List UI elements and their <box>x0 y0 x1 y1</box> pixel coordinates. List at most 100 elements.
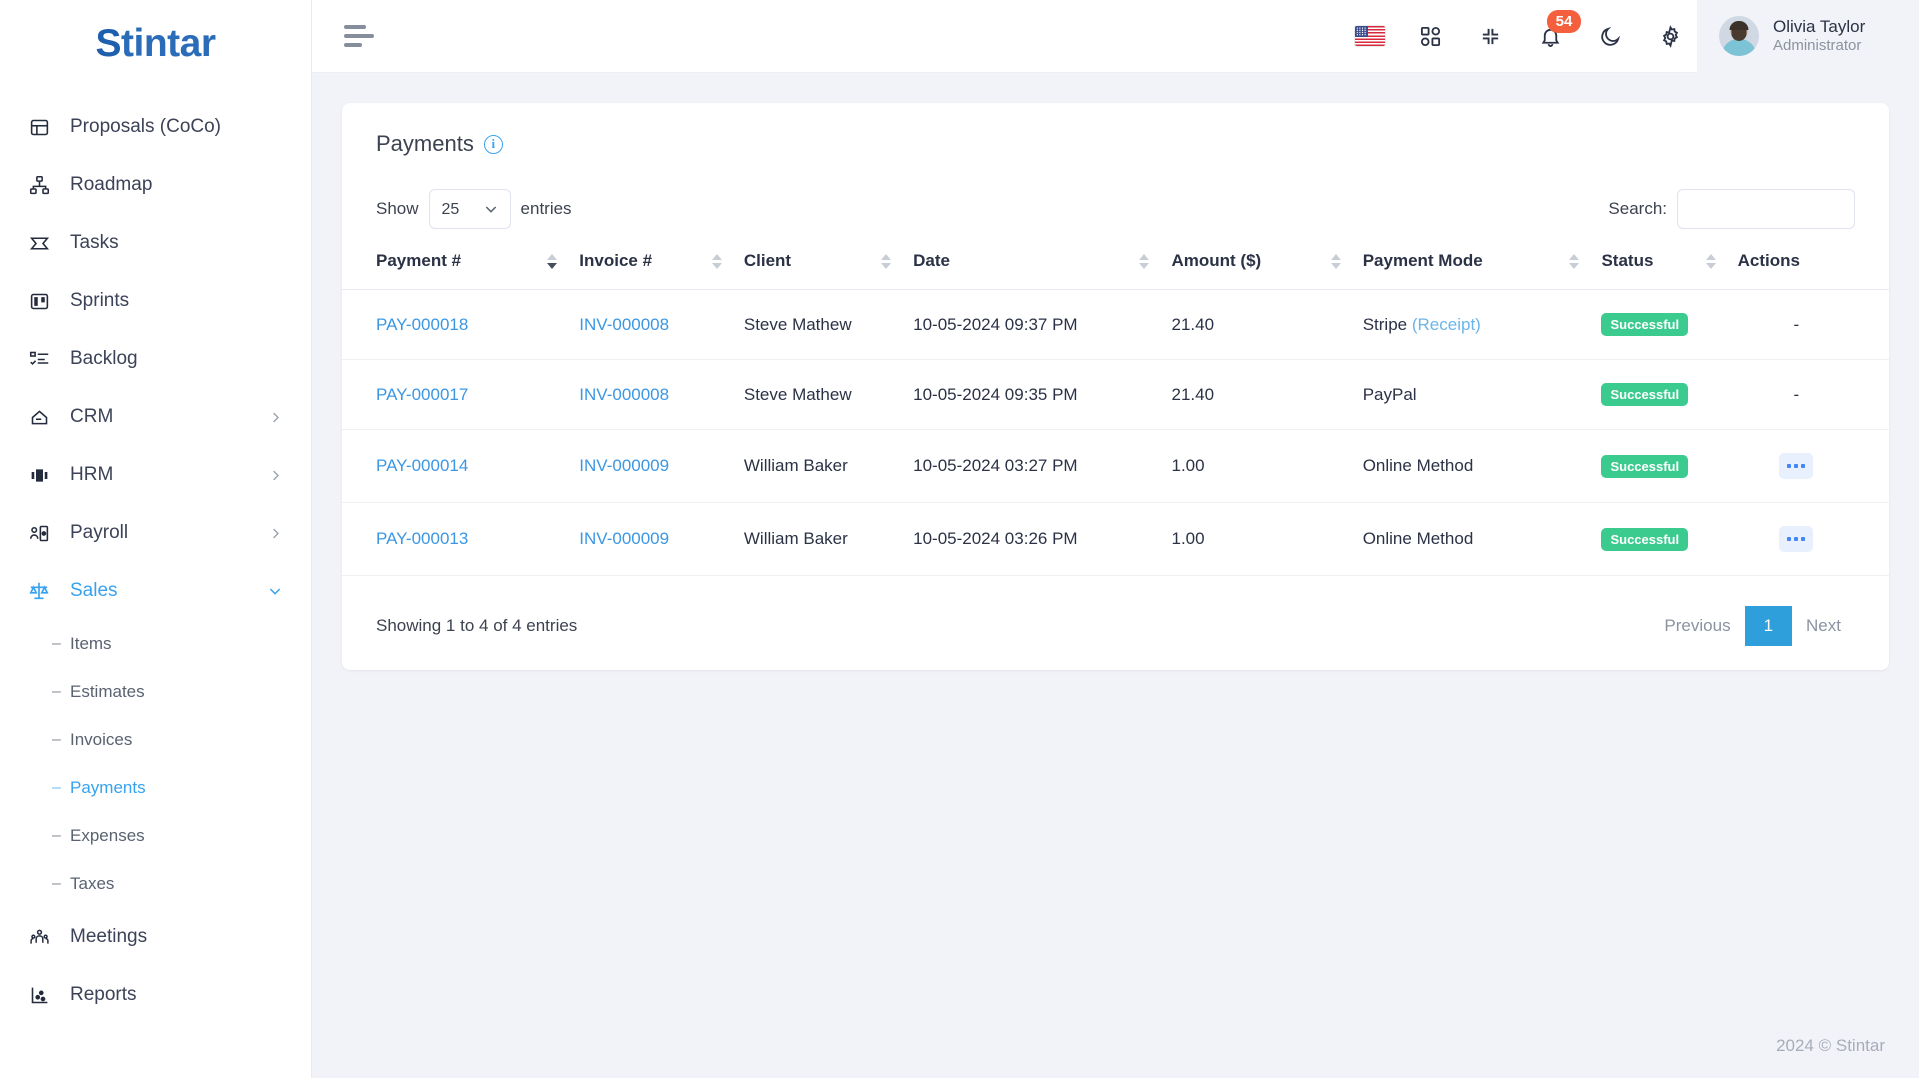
sidebar-item-label: Tasks <box>70 232 119 253</box>
status-badge: Successful <box>1601 383 1689 406</box>
dash-icon: – <box>52 875 61 892</box>
compress-icon[interactable] <box>1473 19 1507 53</box>
copyright-text: 2024 © Stintar <box>1776 1036 1885 1055</box>
column-header-payment-no[interactable]: Payment # <box>342 251 580 290</box>
page-footer: 2024 © Stintar <box>312 1014 1919 1078</box>
sidebar-item-label: HRM <box>70 464 114 485</box>
invoice-link[interactable]: INV-000009 <box>579 529 669 548</box>
cell-payment-no: PAY-000017 <box>342 359 580 430</box>
show-entries-control: Show 10 25 50 100 ent <box>376 189 572 229</box>
column-header-status[interactable]: Status <box>1601 251 1738 290</box>
pagination-page-1[interactable]: 1 <box>1744 606 1793 646</box>
sidebar-item-tasks[interactable]: Tasks <box>0 214 311 272</box>
column-header-client[interactable]: Client <box>743 251 914 290</box>
dot <box>1801 464 1806 468</box>
avatar-body <box>1722 39 1756 56</box>
column-header-invoice-no[interactable]: Invoice # <box>579 251 744 290</box>
dot <box>1801 537 1806 541</box>
sidebar-subitem-items[interactable]: – Items <box>0 620 311 668</box>
table-controls: Show 10 25 50 100 ent <box>342 157 1889 229</box>
moon-icon[interactable] <box>1593 19 1627 53</box>
column-label: Date <box>913 251 950 270</box>
cell-payment-mode: Online Method <box>1362 502 1602 576</box>
dot <box>1787 464 1792 468</box>
cell-date: 10-05-2024 03:27 PM <box>913 429 1172 503</box>
sidebar-subitem-expenses[interactable]: – Expenses <box>0 812 311 860</box>
gear-icon[interactable] <box>1653 19 1687 53</box>
payment-link[interactable]: PAY-000017 <box>376 385 468 404</box>
brand-logo-rest: tintar <box>121 22 216 65</box>
pagination-previous[interactable]: Previous <box>1650 607 1744 645</box>
payment-link[interactable]: PAY-000014 <box>376 456 468 475</box>
table-header-row: Payment # Invoice # Client Date Amount (… <box>342 251 1889 290</box>
invoice-link[interactable]: INV-000008 <box>579 315 669 334</box>
sidebar-subitem-taxes[interactable]: – Taxes <box>0 860 311 908</box>
sidebar-item-sprints[interactable]: Sprints <box>0 272 311 330</box>
sidebar-subitem-label: Expenses <box>70 826 145 845</box>
sort-toggle-invoice-no[interactable] <box>711 253 744 269</box>
apps-grid-icon[interactable] <box>1413 19 1447 53</box>
entries-select[interactable]: 10 25 50 100 <box>428 189 511 229</box>
cell-client: Steve Mathew <box>743 359 914 430</box>
dash-icon: – <box>52 731 61 748</box>
column-header-amount[interactable]: Amount ($) <box>1171 251 1363 290</box>
payments-table: Payment # Invoice # Client Date Amount (… <box>342 251 1889 576</box>
sort-toggle-status[interactable] <box>1705 253 1738 269</box>
column-header-payment-mode[interactable]: Payment Mode <box>1362 251 1602 290</box>
app-root: Stintar Proposals (CoCo) Roadmap Tasks S… <box>0 0 1919 1078</box>
sidebar-item-label: Sales <box>70 580 118 601</box>
row-actions-button[interactable] <box>1779 526 1814 552</box>
dash-icon: – <box>52 827 61 844</box>
invoice-link[interactable]: INV-000008 <box>579 385 669 404</box>
sort-toggle-amount[interactable] <box>1330 253 1363 269</box>
brand-logo-mark: S <box>95 22 121 65</box>
cell-date: 10-05-2024 09:35 PM <box>913 359 1172 430</box>
sort-toggle-payment-mode[interactable] <box>1569 253 1601 269</box>
sidebar-item-proposals[interactable]: Proposals (CoCo) <box>0 98 311 156</box>
table-body: PAY-000018 INV-000008 Steve Mathew 10-05… <box>342 289 1889 576</box>
user-profile-menu[interactable]: Olivia Taylor Administrator <box>1697 0 1919 73</box>
table-head: Payment # Invoice # Client Date Amount (… <box>342 251 1889 290</box>
payment-link[interactable]: PAY-000018 <box>376 315 468 334</box>
us-flag-icon[interactable] <box>1353 19 1387 53</box>
cell-payment-mode: Stripe (Receipt) <box>1362 289 1602 360</box>
page-title: Payments <box>376 131 474 156</box>
column-header-date[interactable]: Date <box>913 251 1172 290</box>
payment-link[interactable]: PAY-000013 <box>376 529 468 548</box>
cell-actions: - <box>1737 289 1889 360</box>
sort-toggle-date[interactable] <box>1139 253 1171 269</box>
notification-badge: 54 <box>1547 10 1581 33</box>
info-icon[interactable]: i <box>483 134 503 154</box>
dash-icon: – <box>52 779 61 796</box>
user-role: Administrator <box>1773 37 1862 55</box>
sidebar-subitem-payments[interactable]: – Payments <box>0 764 311 812</box>
sidebar-item-label: Reports <box>70 984 137 1005</box>
row-actions-button[interactable] <box>1779 453 1814 479</box>
pagination-next[interactable]: Next <box>1792 607 1855 645</box>
sidebar-subitem-estimates[interactable]: – Estimates <box>0 668 311 716</box>
sidebar-item-backlog[interactable]: Backlog <box>0 330 311 388</box>
sidebar: Stintar Proposals (CoCo) Roadmap Tasks S… <box>0 0 312 1078</box>
flag-graphic <box>1355 26 1385 46</box>
sort-toggle-payment-no[interactable] <box>547 253 579 269</box>
sort-toggle-client[interactable] <box>881 253 913 269</box>
sidebar-item-sales[interactable]: Sales <box>0 562 311 620</box>
invoice-link[interactable]: INV-000009 <box>579 456 669 475</box>
sidebar-subitem-invoices[interactable]: – Invoices <box>0 716 311 764</box>
hamburger-icon[interactable] <box>344 18 380 54</box>
search-input[interactable] <box>1677 189 1855 229</box>
table-row: PAY-000017 INV-000008 Steve Mathew 10-05… <box>342 359 1889 430</box>
sidebar-item-reports[interactable]: Reports <box>0 966 311 1024</box>
sidebar-item-roadmap[interactable]: Roadmap <box>0 156 311 214</box>
receipt-link[interactable]: (Receipt) <box>1412 315 1481 334</box>
cell-status: Successful <box>1601 502 1738 576</box>
sidebar-item-label: Backlog <box>70 348 138 369</box>
sidebar-item-payroll[interactable]: Payroll <box>0 504 311 562</box>
bell-icon[interactable]: 54 <box>1533 10 1581 53</box>
sidebar-item-meetings[interactable]: Meetings <box>0 908 311 966</box>
hamburger-line <box>344 25 366 29</box>
sidebar-item-crm[interactable]: CRM <box>0 388 311 446</box>
sidebar-item-hrm[interactable]: HRM <box>0 446 311 504</box>
cell-payment-no: PAY-000018 <box>342 289 580 360</box>
brand-logo[interactable]: Stintar <box>0 0 311 88</box>
